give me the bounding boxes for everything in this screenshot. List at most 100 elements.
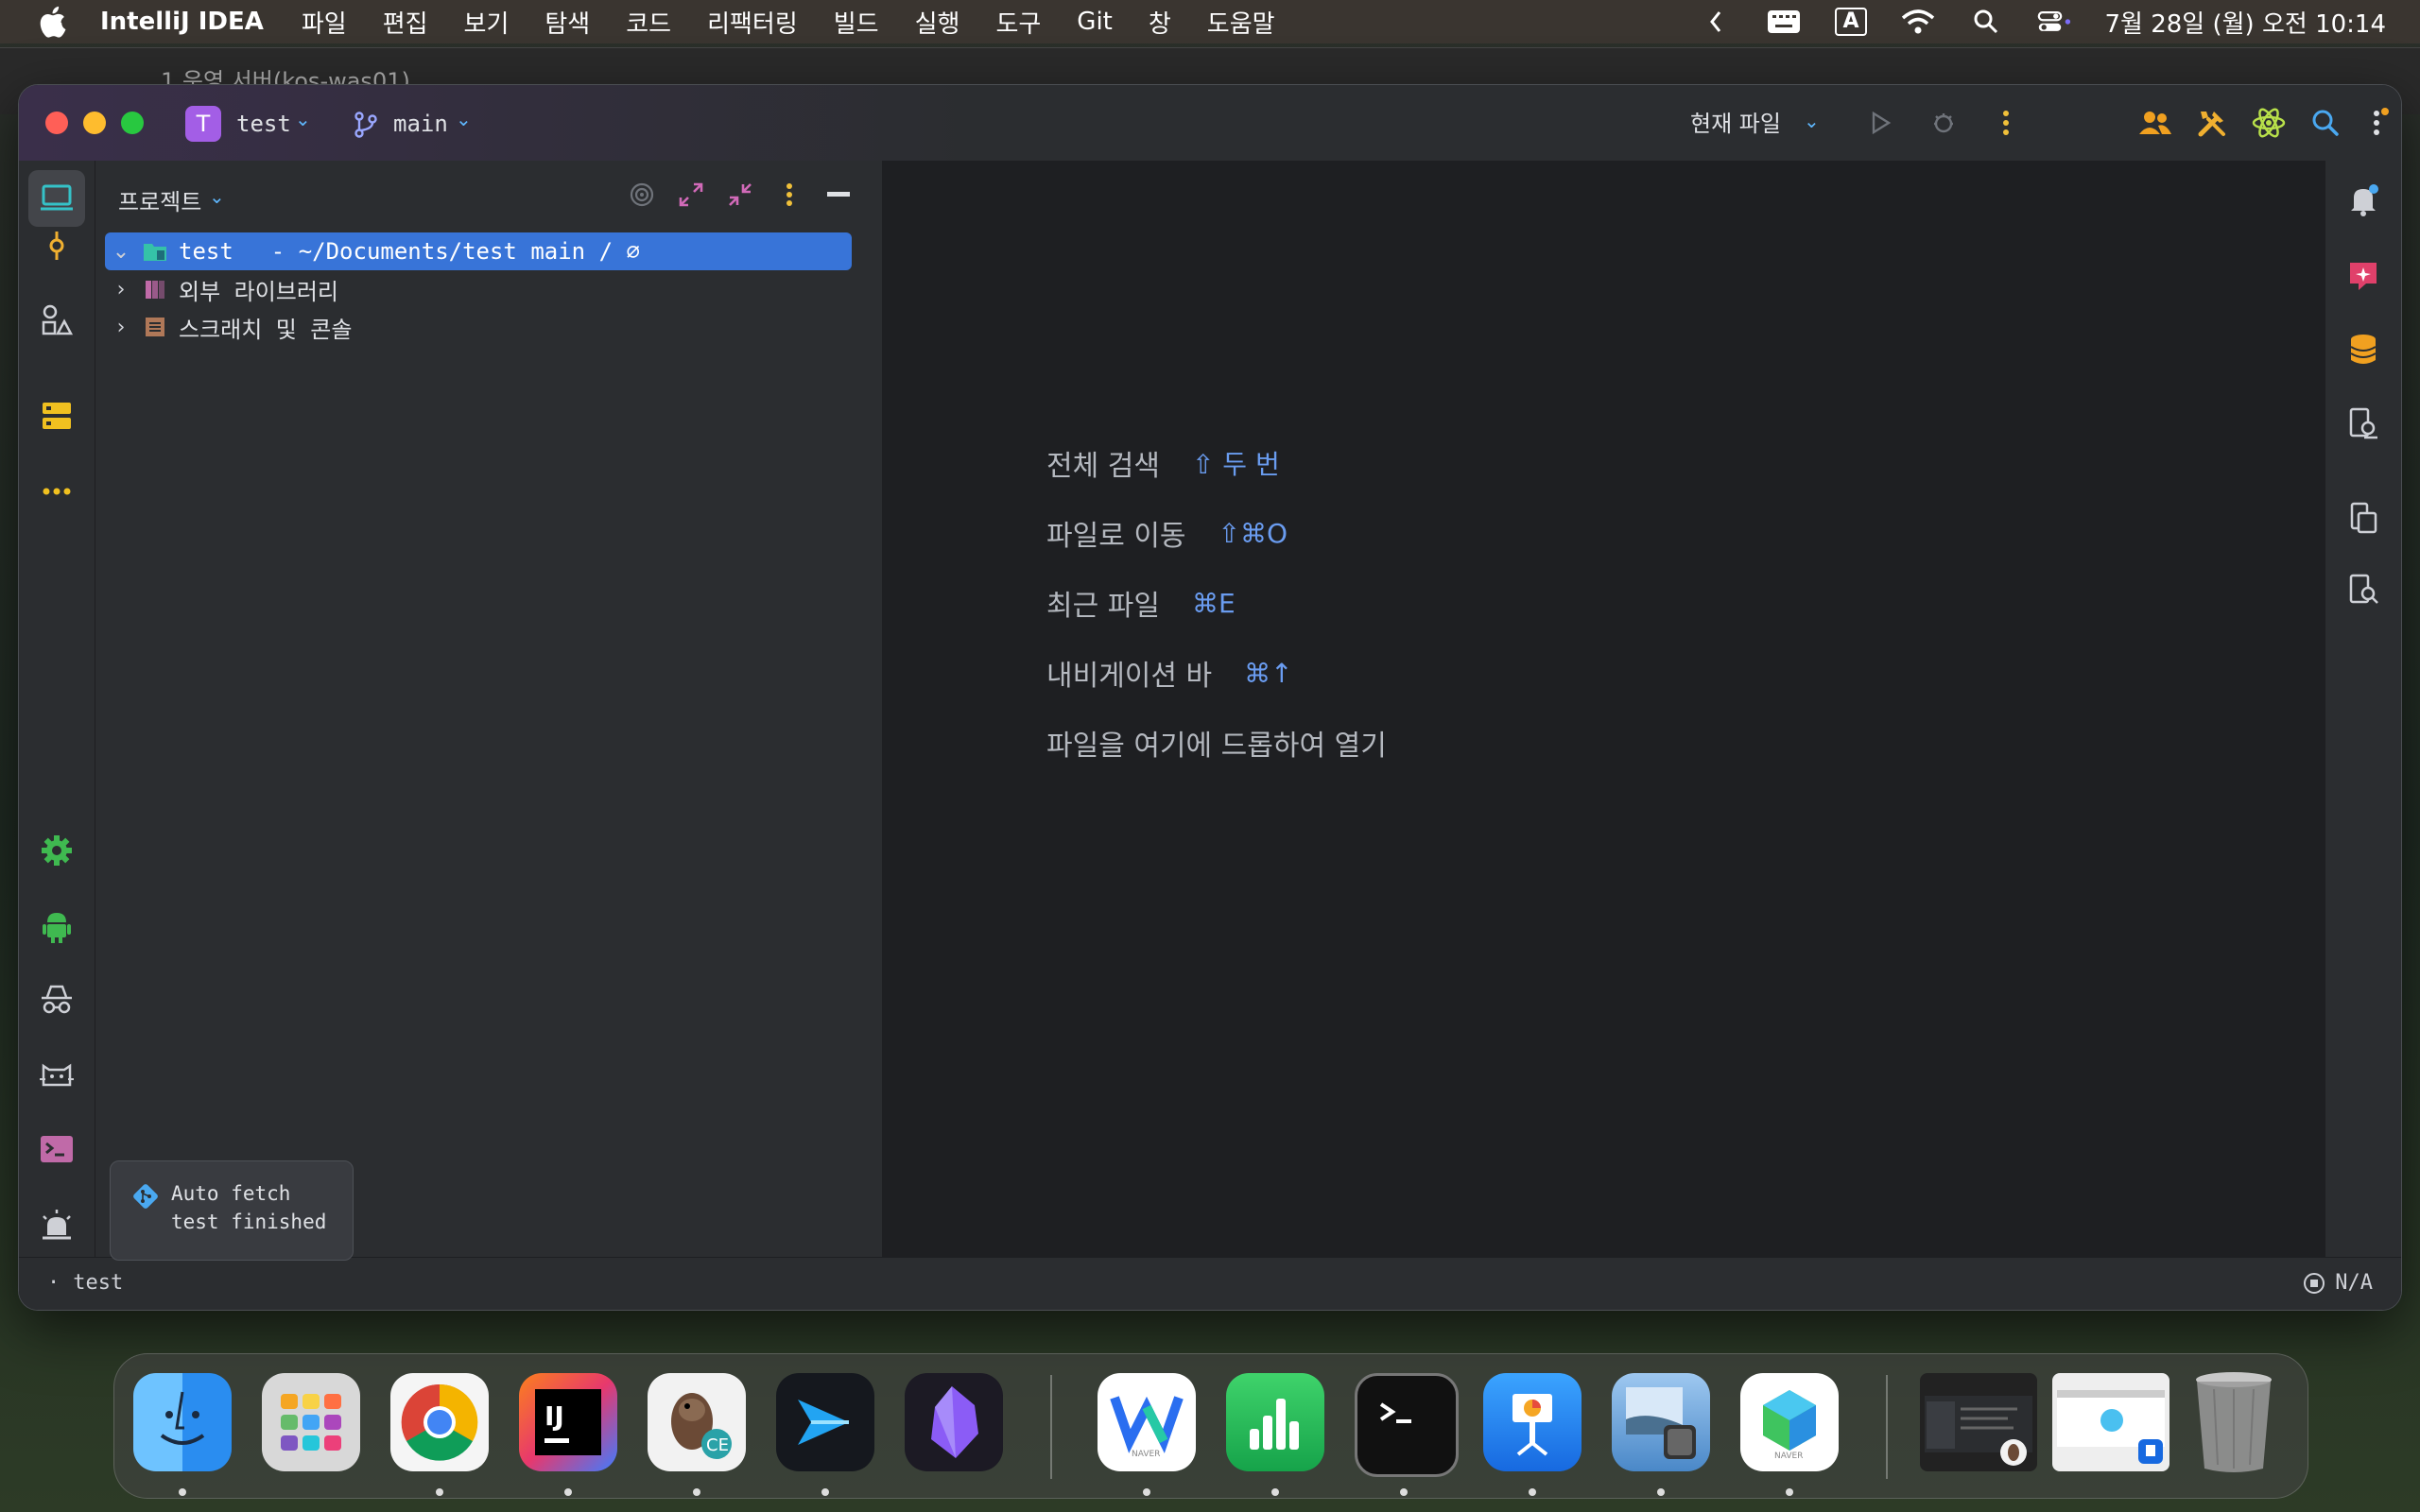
minimized-window-preview[interactable] — [1920, 1373, 2037, 1471]
tree-item-path: - ~/Documents/test main / ⌀ — [270, 238, 640, 265]
terminal-icon[interactable] — [28, 1121, 85, 1177]
code-editor-app-icon[interactable] — [776, 1373, 874, 1471]
project-badge[interactable]: T — [185, 106, 221, 142]
window-close-button[interactable] — [45, 112, 68, 134]
chevron-left-icon[interactable] — [1699, 8, 1733, 36]
ai-assistant-icon[interactable] — [2250, 104, 2288, 142]
launchpad-app-icon[interactable] — [262, 1373, 360, 1471]
macos-dock: IJ CE NAVER NAVER — [113, 1353, 2308, 1499]
status-na-label: N/A — [2335, 1271, 2373, 1295]
menu-window[interactable]: 창 — [1149, 5, 1171, 40]
finder-app-icon[interactable] — [133, 1373, 232, 1471]
menu-view[interactable]: 보기 — [464, 5, 510, 40]
intellij-idea-app-icon[interactable]: IJ — [519, 1373, 617, 1471]
code-with-me-icon[interactable] — [2136, 104, 2174, 142]
keynote-app-icon[interactable] — [1483, 1373, 1582, 1471]
chevron-down-icon[interactable]: ⌄ — [456, 108, 472, 130]
chevron-down-icon[interactable]: ⌄ — [105, 240, 137, 264]
naver-whale-app-icon[interactable]: NAVER — [1098, 1373, 1196, 1471]
menu-file[interactable]: 파일 — [302, 5, 347, 40]
collapse-all-icon[interactable] — [723, 176, 757, 214]
status-widget-right[interactable]: N/A — [2303, 1271, 2373, 1295]
menu-navigate[interactable]: 탐색 — [544, 5, 590, 40]
chevron-right-icon[interactable]: › — [105, 316, 137, 339]
menu-edit[interactable]: 편집 — [383, 5, 428, 40]
commit-tool-button[interactable] — [28, 217, 85, 274]
project-widget[interactable]: test — [236, 106, 291, 142]
git-branch-icon[interactable] — [354, 112, 378, 138]
app-name-menu[interactable]: IntelliJ IDEA — [100, 8, 264, 36]
spotlight-search-icon[interactable] — [1969, 8, 2003, 36]
problems-alarm-icon[interactable] — [28, 1196, 85, 1253]
hint-search-everywhere: 전체 검색 ⇧ 두 번 — [1046, 442, 1280, 484]
chevron-down-icon[interactable]: ⌄ — [209, 185, 225, 208]
project-panel-title[interactable]: 프로젝트 — [118, 183, 201, 216]
run-icon[interactable] — [1862, 104, 1900, 142]
keyboard-icon[interactable] — [1767, 8, 1801, 36]
chevron-down-icon[interactable]: ⌄ — [295, 108, 311, 130]
expand-all-icon[interactable] — [674, 176, 708, 214]
library-icon — [146, 281, 164, 299]
structure-tool-button[interactable] — [28, 291, 85, 348]
tree-item-scratches[interactable]: › 스크래치 및 콘솔 — [105, 308, 852, 346]
dbeaver-app-icon[interactable]: CE — [648, 1373, 746, 1471]
database-icon[interactable] — [2337, 323, 2390, 376]
menu-help[interactable]: 도움말 — [1207, 5, 1275, 40]
terminal-app-icon[interactable] — [1355, 1373, 1459, 1477]
cat-icon[interactable] — [28, 1047, 85, 1104]
more-vertical-icon[interactable] — [1987, 104, 2025, 142]
window-maximize-button[interactable] — [121, 112, 144, 134]
ai-chat-icon[interactable] — [2337, 249, 2390, 302]
auto-fetch-notification[interactable]: Auto fetch test finished — [110, 1160, 354, 1261]
status-project-name[interactable]: test — [73, 1271, 123, 1295]
minimized-window-preview[interactable] — [2052, 1373, 2169, 1471]
hint-go-to-file: 파일로 이동 ⇧⌘O — [1046, 512, 1288, 554]
hide-panel-icon[interactable] — [821, 176, 856, 214]
chevron-down-icon[interactable]: ⌄ — [1804, 110, 1820, 132]
tree-item-project-root[interactable]: ⌄ test - ~/Documents/test main / ⌀ — [105, 232, 852, 270]
wifi-icon[interactable] — [1901, 8, 1935, 36]
search-everywhere-icon[interactable] — [2307, 104, 2344, 142]
chrome-app-icon[interactable] — [390, 1373, 489, 1471]
gear-icon[interactable] — [28, 822, 85, 879]
locate-file-icon[interactable] — [625, 176, 659, 214]
menu-refactor[interactable]: 리팩터링 — [707, 5, 798, 40]
preview-app-icon[interactable] — [1612, 1373, 1710, 1471]
debug-icon[interactable] — [1925, 104, 1962, 142]
apple-logo-icon[interactable] — [38, 6, 66, 38]
services-tool-button[interactable] — [28, 387, 85, 444]
hint-label: 파일을 여기에 드롭하여 열기 — [1046, 730, 1387, 763]
device-manager-icon[interactable] — [2337, 397, 2390, 450]
hint-label: 내비게이션 바 — [1046, 660, 1213, 693]
menubar-clock[interactable]: 7월 28일 (월) 오전 10:14 — [2105, 5, 2387, 40]
android-icon[interactable] — [28, 898, 85, 954]
chevron-right-icon[interactable]: › — [105, 278, 137, 301]
control-center-icon[interactable] — [2037, 8, 2071, 36]
running-devices-icon[interactable] — [2337, 491, 2390, 544]
menu-git[interactable]: Git — [1077, 8, 1113, 36]
running-indicator — [1529, 1488, 1536, 1496]
incognito-icon[interactable] — [28, 971, 85, 1028]
settings-more-icon[interactable] — [2361, 104, 2399, 142]
stop-circle-icon — [2304, 1272, 2325, 1294]
naver-app-icon[interactable]: NAVER — [1740, 1373, 1839, 1471]
obsidian-app-icon[interactable] — [905, 1373, 1003, 1471]
menu-tools[interactable]: 도구 — [995, 5, 1041, 40]
run-configuration-selector[interactable]: 현재 파일 — [1690, 106, 1781, 142]
more-tool-windows-button[interactable] — [28, 463, 85, 520]
input-source-indicator[interactable]: A — [1835, 8, 1867, 36]
tree-item-external-libraries[interactable]: › 외부 라이브러리 — [105, 270, 852, 308]
build-tools-icon[interactable] — [2193, 104, 2231, 142]
menu-code[interactable]: 코드 — [626, 5, 671, 40]
trash-app-icon[interactable] — [2185, 1372, 2283, 1472]
more-options-icon[interactable] — [772, 176, 806, 214]
menu-run[interactable]: 실행 — [915, 5, 960, 40]
status-breadcrumb[interactable]: · test — [47, 1271, 123, 1295]
window-minimize-button[interactable] — [83, 112, 106, 134]
notifications-icon[interactable] — [2337, 174, 2390, 227]
intellij-window: T test ⌄ main ⌄ 현재 파일 ⌄ 프로젝트 ⌄ ⌄ test - … — [19, 85, 2401, 1310]
menu-build[interactable]: 빌드 — [834, 5, 879, 40]
vcs-branch-widget[interactable]: main — [393, 106, 448, 142]
app-inspection-icon[interactable] — [2337, 563, 2390, 616]
numbers-app-icon[interactable] — [1226, 1373, 1324, 1471]
